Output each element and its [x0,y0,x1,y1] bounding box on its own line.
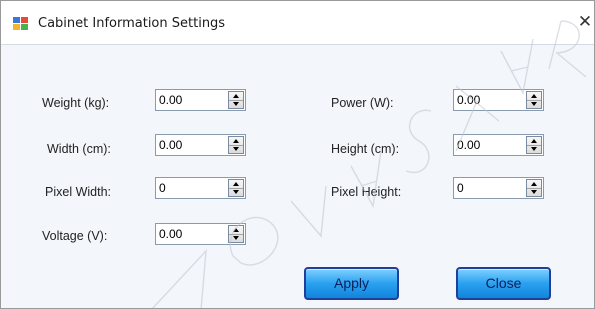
increment-icon[interactable] [229,226,243,234]
weight-input[interactable] [156,90,229,110]
window-title: Cabinet Information Settings [38,16,226,31]
width-field[interactable] [155,134,246,156]
width-input[interactable] [156,135,229,155]
increment-icon[interactable] [527,137,541,145]
pixel-width-spinner[interactable] [228,179,244,197]
increment-icon[interactable] [229,137,243,145]
increment-icon[interactable] [527,92,541,100]
power-field[interactable] [453,89,544,111]
decrement-icon[interactable] [527,188,541,197]
voltage-spinner[interactable] [228,225,244,243]
decrement-icon[interactable] [229,234,243,243]
pixel-width-field[interactable] [155,177,246,199]
cabinet-info-dialog: Cabinet Information Settings ✕ Weight (k… [0,0,595,309]
voltage-input[interactable] [156,224,229,244]
width-spinner[interactable] [228,136,244,154]
increment-icon[interactable] [229,180,243,188]
decrement-icon[interactable] [527,100,541,109]
voltage-field[interactable] [155,223,246,245]
apply-button[interactable]: Apply [304,267,399,300]
pixel-height-label: Pixel Height: [331,185,402,199]
pixel-width-label: Pixel Width: [45,185,111,199]
pixel-height-spinner[interactable] [526,179,542,197]
width-label: Width (cm): [47,142,111,156]
close-icon[interactable]: ✕ [576,11,594,33]
height-label: Height (cm): [331,142,400,156]
increment-icon[interactable] [527,180,541,188]
power-input[interactable] [454,90,527,110]
weight-spinner[interactable] [228,91,244,109]
height-spinner[interactable] [526,136,542,154]
decrement-icon[interactable] [229,145,243,154]
weight-label: Weight (kg): [42,96,110,110]
decrement-icon[interactable] [527,145,541,154]
title-bar[interactable]: Cabinet Information Settings ✕ [1,1,594,45]
decrement-icon[interactable] [229,100,243,109]
height-field[interactable] [453,134,544,156]
pixel-height-field[interactable] [453,177,544,199]
weight-field[interactable] [155,89,246,111]
pixel-width-input[interactable] [156,178,229,198]
decrement-icon[interactable] [229,188,243,197]
voltage-label: Voltage (V): [42,229,108,243]
close-button[interactable]: Close [456,267,551,300]
settings-window-icon [13,17,29,31]
pixel-height-input[interactable] [454,178,527,198]
power-spinner[interactable] [526,91,542,109]
height-input[interactable] [454,135,527,155]
power-label: Power (W): [331,96,394,110]
increment-icon[interactable] [229,92,243,100]
